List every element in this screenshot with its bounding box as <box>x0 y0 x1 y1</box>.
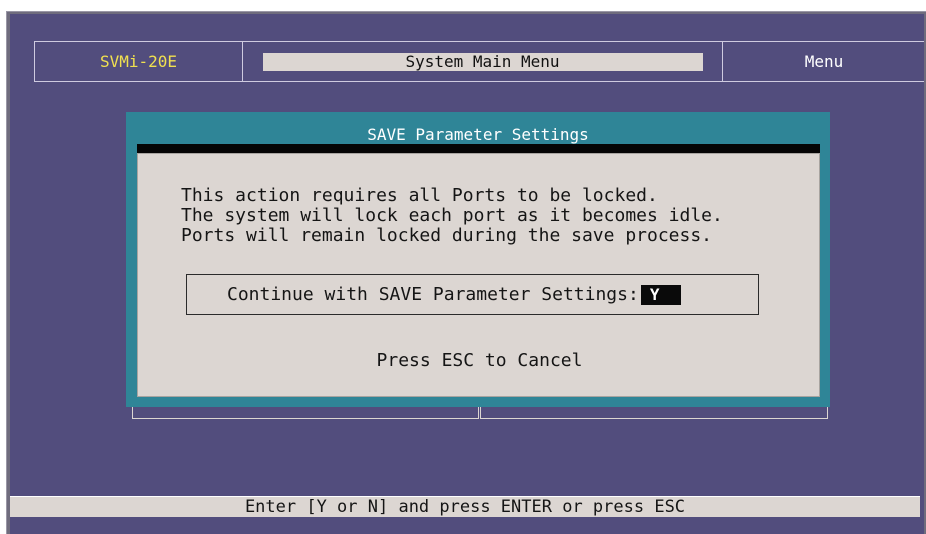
header-bar: SVMi-20E System Main Menu Menu <box>34 41 924 82</box>
mode-label: Menu <box>804 52 844 71</box>
message-line: This action requires all Ports to be loc… <box>181 185 658 206</box>
product-label: SVMi-20E <box>35 42 243 81</box>
header-title-cell: System Main Menu <box>243 42 723 81</box>
dialog-body: This action requires all Ports to be loc… <box>137 153 820 397</box>
dialog-title-divider <box>137 144 820 153</box>
page-title: System Main Menu <box>262 52 703 71</box>
dialog-title: SAVE Parameter Settings <box>367 124 589 144</box>
save-parameters-dialog: SAVE Parameter Settings This action requ… <box>126 112 830 407</box>
message-line: Ports will remain locked during the save… <box>181 225 713 246</box>
terminal-screen: SVMi-20E System Main Menu Menu SAVE Para… <box>10 14 924 534</box>
cancel-hint: Press ESC to Cancel <box>376 350 583 371</box>
confirm-input-field[interactable]: Y <box>640 284 681 305</box>
message-line: The system will lock each port as it bec… <box>181 205 723 226</box>
confirm-prompt-label: Continue with SAVE Parameter Settings: <box>227 284 639 305</box>
status-bar: Enter [Y or N] and press ENTER or press … <box>10 496 920 517</box>
confirm-prompt-box: Continue with SAVE Parameter Settings: Y <box>186 274 759 315</box>
